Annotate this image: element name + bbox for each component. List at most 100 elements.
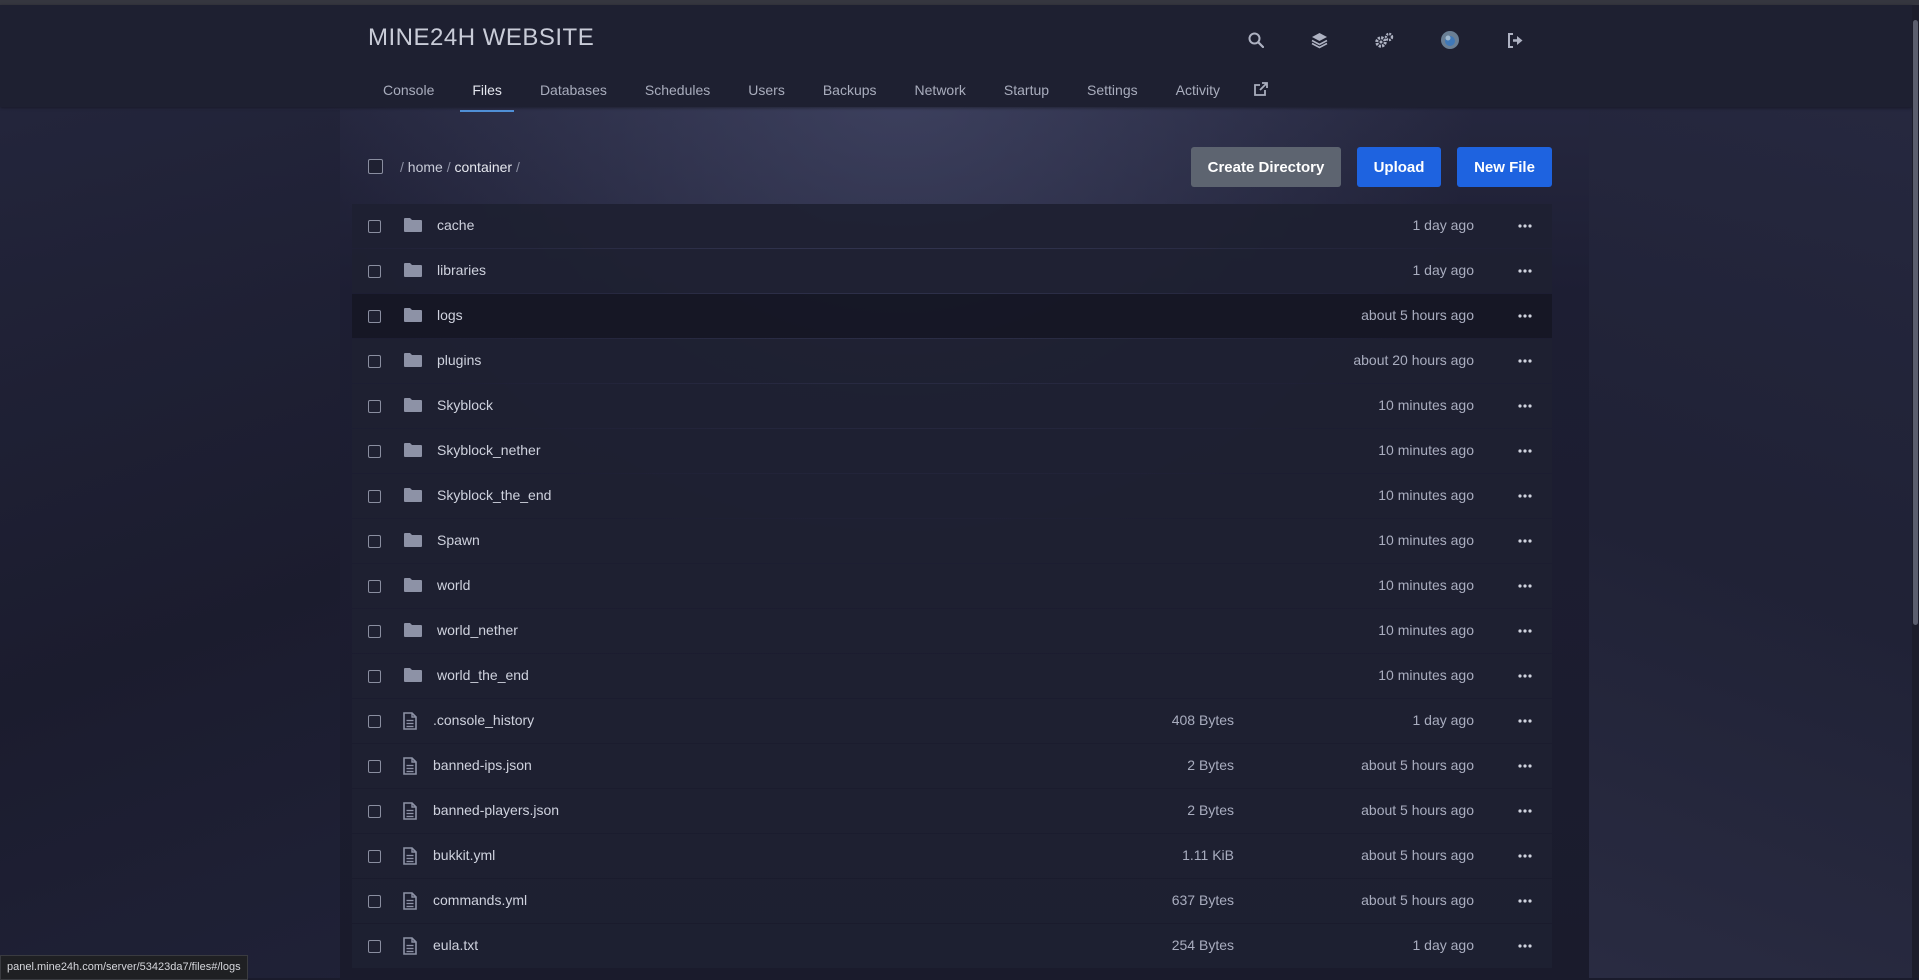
folder-row[interactable]: Skyblock_the_end 10 minutes ago	[352, 474, 1552, 518]
folder-row[interactable]: Skyblock 10 minutes ago	[352, 384, 1552, 428]
tab-databases[interactable]: Databases	[521, 65, 626, 112]
row-checkbox[interactable]	[368, 760, 381, 773]
tab-backups[interactable]: Backups	[804, 65, 896, 112]
file-name[interactable]: plugins	[437, 352, 481, 368]
row-checkbox[interactable]	[368, 400, 381, 413]
file-name[interactable]: eula.txt	[433, 937, 478, 953]
tab-network[interactable]: Network	[896, 65, 985, 112]
folder-row[interactable]: libraries 1 day ago	[352, 249, 1552, 293]
row-checkbox[interactable]	[368, 490, 381, 503]
tab-files[interactable]: Files	[453, 65, 521, 112]
row-checkbox[interactable]	[368, 940, 381, 953]
more-options-icon[interactable]	[1512, 483, 1538, 509]
breadcrumb-home[interactable]: home	[408, 159, 443, 175]
more-options-icon[interactable]	[1512, 348, 1538, 374]
upload-button[interactable]: Upload	[1357, 147, 1441, 187]
more-options-icon[interactable]	[1512, 438, 1538, 464]
folder-row[interactable]: cache 1 day ago	[352, 204, 1552, 248]
more-options-icon[interactable]	[1512, 213, 1538, 239]
file-icon	[403, 937, 425, 955]
file-name[interactable]: Spawn	[437, 532, 480, 548]
file-name[interactable]: world	[437, 577, 470, 593]
avatar[interactable]	[1434, 25, 1466, 55]
more-options-icon[interactable]	[1512, 663, 1538, 689]
new-file-button[interactable]: New File	[1457, 147, 1552, 187]
tab-startup[interactable]: Startup	[985, 65, 1068, 112]
more-options-icon[interactable]	[1512, 573, 1538, 599]
modified-time: 1 day ago	[1412, 937, 1475, 953]
file-name[interactable]: bukkit.yml	[433, 847, 495, 863]
row-checkbox[interactable]	[368, 895, 381, 908]
file-name[interactable]: logs	[437, 307, 463, 323]
page-scrollbar[interactable]	[1912, 5, 1919, 978]
tab-console[interactable]: Console	[364, 65, 453, 112]
file-row[interactable]: .console_history 408 Bytes 1 day ago	[352, 699, 1552, 743]
file-name[interactable]: banned-players.json	[433, 802, 559, 818]
file-row[interactable]: commands.yml 637 Bytes about 5 hours ago	[352, 879, 1552, 923]
row-checkbox[interactable]	[368, 220, 381, 233]
more-options-icon[interactable]	[1512, 393, 1538, 419]
file-name[interactable]: libraries	[437, 262, 486, 278]
folder-row[interactable]: world 10 minutes ago	[352, 564, 1552, 608]
folder-icon	[403, 577, 425, 595]
search-icon[interactable]	[1240, 25, 1272, 55]
row-checkbox[interactable]	[368, 445, 381, 458]
folder-icon	[403, 217, 425, 235]
file-name[interactable]: Skyblock	[437, 397, 493, 413]
folder-icon	[403, 487, 425, 505]
tab-users[interactable]: Users	[729, 65, 804, 112]
file-name[interactable]: Skyblock_nether	[437, 442, 541, 458]
row-checkbox[interactable]	[368, 355, 381, 368]
row-checkbox[interactable]	[368, 670, 381, 683]
sign-out-icon[interactable]	[1499, 25, 1531, 55]
file-row[interactable]: eula.txt 254 Bytes 1 day ago	[352, 924, 1552, 968]
file-name[interactable]: commands.yml	[433, 892, 527, 908]
row-checkbox[interactable]	[368, 625, 381, 638]
site-title[interactable]: MINE24H WEBSITE	[368, 24, 594, 52]
row-checkbox[interactable]	[368, 715, 381, 728]
folder-row[interactable]: Spawn 10 minutes ago	[352, 519, 1552, 563]
file-name[interactable]: banned-ips.json	[433, 757, 532, 773]
file-name[interactable]: world_the_end	[437, 667, 529, 683]
tab-activity[interactable]: Activity	[1157, 65, 1239, 112]
breadcrumb-container[interactable]: container	[454, 159, 512, 175]
more-options-icon[interactable]	[1512, 618, 1538, 644]
more-options-icon[interactable]	[1512, 933, 1538, 959]
row-checkbox[interactable]	[368, 805, 381, 818]
more-options-icon[interactable]	[1512, 888, 1538, 914]
more-options-icon[interactable]	[1512, 843, 1538, 869]
row-checkbox[interactable]	[368, 850, 381, 863]
more-options-icon[interactable]	[1512, 528, 1538, 554]
folder-row[interactable]: logs about 5 hours ago	[352, 294, 1552, 338]
scrollbar-thumb[interactable]	[1913, 20, 1918, 625]
file-size: 2 Bytes	[1187, 802, 1234, 818]
file-name[interactable]: cache	[437, 217, 474, 233]
layers-icon[interactable]	[1303, 25, 1335, 55]
row-checkbox[interactable]	[368, 535, 381, 548]
folder-row[interactable]: world_the_end 10 minutes ago	[352, 654, 1552, 698]
file-row[interactable]: banned-ips.json 2 Bytes about 5 hours ago	[352, 744, 1552, 788]
row-checkbox[interactable]	[368, 265, 381, 278]
file-name[interactable]: Skyblock_the_end	[437, 487, 551, 503]
more-options-icon[interactable]	[1512, 798, 1538, 824]
external-link-icon[interactable]	[1239, 65, 1283, 112]
background-right-terrain	[1589, 110, 1919, 978]
file-row[interactable]: banned-players.json 2 Bytes about 5 hours …	[352, 789, 1552, 833]
file-name[interactable]: world_nether	[437, 622, 518, 638]
more-options-icon[interactable]	[1512, 753, 1538, 779]
folder-row[interactable]: world_nether 10 minutes ago	[352, 609, 1552, 653]
file-row[interactable]: bukkit.yml 1.11 KiB about 5 hours ago	[352, 834, 1552, 878]
tab-settings[interactable]: Settings	[1068, 65, 1157, 112]
folder-row[interactable]: Skyblock_nether 10 minutes ago	[352, 429, 1552, 473]
more-options-icon[interactable]	[1512, 708, 1538, 734]
row-checkbox[interactable]	[368, 310, 381, 323]
tab-schedules[interactable]: Schedules	[626, 65, 729, 112]
more-options-icon[interactable]	[1512, 258, 1538, 284]
more-options-icon[interactable]	[1512, 303, 1538, 329]
row-checkbox[interactable]	[368, 580, 381, 593]
folder-row[interactable]: plugins about 20 hours ago	[352, 339, 1552, 383]
select-all-checkbox[interactable]	[368, 159, 383, 174]
file-name[interactable]: .console_history	[433, 712, 534, 728]
create-directory-button[interactable]: Create Directory	[1191, 147, 1341, 187]
cogs-icon[interactable]	[1368, 25, 1400, 55]
